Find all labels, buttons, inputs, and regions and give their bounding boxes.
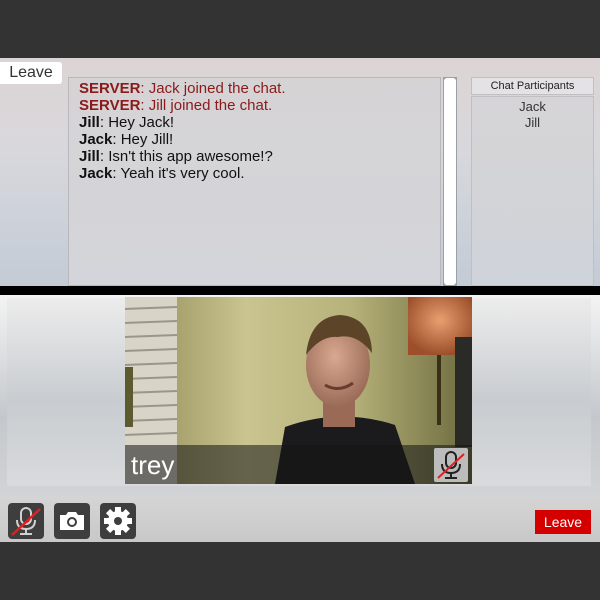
gear-icon bbox=[104, 507, 132, 535]
chat-scrollbar-thumb[interactable] bbox=[444, 78, 456, 285]
chat-message: SERVER: Jill joined the chat. bbox=[79, 97, 436, 114]
chat-sender: Jill bbox=[79, 114, 100, 131]
chat-text: : Hey Jack! bbox=[99, 114, 175, 131]
chat-log: SERVER: Jack joined the chat. SERVER: Ji… bbox=[68, 77, 441, 286]
chat-sender: SERVER bbox=[79, 80, 141, 97]
bottom-toolbar bbox=[0, 499, 600, 542]
leave-button[interactable]: Leave bbox=[535, 510, 591, 534]
mic-muted-icon bbox=[11, 507, 41, 536]
participants-header: Chat Participants bbox=[471, 77, 594, 95]
video-feed: trey bbox=[125, 297, 472, 484]
chat-text: : Isn't this app awesome!? bbox=[99, 148, 273, 165]
chat-sender: SERVER bbox=[79, 97, 141, 114]
chat-message: SERVER: Jack joined the chat. bbox=[79, 80, 436, 97]
chat-text: : Jill joined the chat. bbox=[140, 97, 273, 114]
participant-name: Jill bbox=[524, 115, 541, 130]
mic-muted-icon[interactable] bbox=[434, 448, 468, 482]
participants-list: Jack Jill bbox=[471, 96, 594, 286]
divider bbox=[0, 286, 600, 295]
chat-text: : Jack joined the chat. bbox=[140, 80, 286, 97]
chat-message: Jack: Hey Jill! bbox=[79, 131, 436, 148]
mute-mic-button[interactable] bbox=[8, 503, 44, 539]
participant-name: Jack bbox=[519, 99, 546, 114]
chat-sender: Jack bbox=[79, 131, 113, 148]
chat-message: Jill: Isn't this app awesome!? bbox=[79, 148, 436, 165]
video-user-name: trey bbox=[131, 450, 175, 480]
camera-button[interactable] bbox=[54, 503, 90, 539]
chat-message: Jill: Hey Jack! bbox=[79, 114, 436, 131]
chat-text: : Hey Jill! bbox=[112, 131, 174, 148]
settings-button[interactable] bbox=[100, 503, 136, 539]
bottom-strip bbox=[0, 542, 600, 600]
video-name-bar: trey bbox=[125, 445, 472, 484]
chat-sender: Jill bbox=[79, 148, 100, 165]
chat-sender: Jack bbox=[79, 165, 113, 182]
chat-scrollbar[interactable] bbox=[443, 77, 457, 286]
camera-icon bbox=[60, 512, 84, 530]
chat-text: : Yeah it's very cool. bbox=[112, 165, 245, 182]
leave-button-top[interactable]: Leave bbox=[0, 62, 62, 84]
chat-message: Jack: Yeah it's very cool. bbox=[79, 165, 436, 182]
